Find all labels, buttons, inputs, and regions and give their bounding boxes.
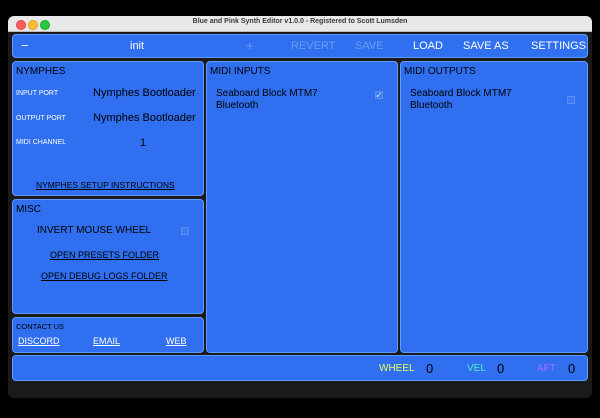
- settings-button[interactable]: SETTINGS: [531, 40, 586, 52]
- midi-output-device-checkbox[interactable]: [567, 96, 575, 104]
- app-window: Blue and Pink Synth Editor v1.0.0 - Regi…: [8, 16, 592, 398]
- status-bar: WHEEL 0 VEL 0 AFT 0: [12, 355, 588, 381]
- misc-header: MISC: [16, 204, 41, 215]
- midi-inputs-panel: MIDI INPUTS Seaboard Block MTM7 Bluetoot…: [206, 61, 398, 353]
- email-link[interactable]: EMAIL: [93, 336, 120, 346]
- title-bar: Blue and Pink Synth Editor v1.0.0 - Regi…: [8, 16, 592, 32]
- open-debug-logs-folder-button[interactable]: OPEN DEBUG LOGS FOLDER: [41, 271, 168, 281]
- midi-output-device-name: Seaboard Block MTM7: [410, 88, 512, 99]
- midi-input-device[interactable]: Seaboard Block MTM7 Bluetooth: [216, 88, 318, 112]
- wheel-value: 0: [426, 361, 434, 376]
- input-port-label: INPUT PORT: [16, 90, 59, 97]
- midi-input-device-name: Seaboard Block MTM7: [216, 88, 318, 99]
- aftertouch-label: AFT: [537, 363, 556, 374]
- nymphes-header: NYMPHES: [16, 66, 66, 77]
- invert-mouse-wheel-label: INVERT MOUSE WHEEL: [37, 225, 152, 236]
- midi-output-device-type: Bluetooth: [410, 100, 453, 111]
- input-port-select[interactable]: Nymphes Bootloader: [93, 87, 196, 99]
- nymphes-panel: NYMPHES INPUT PORT Nymphes Bootloader OU…: [12, 61, 204, 196]
- velocity-label: VEL: [467, 363, 486, 374]
- output-port-label: OUTPUT PORT: [16, 115, 66, 122]
- load-button[interactable]: LOAD: [413, 40, 443, 52]
- midi-output-device[interactable]: Seaboard Block MTM7 Bluetooth: [410, 88, 512, 112]
- window-title: Blue and Pink Synth Editor v1.0.0 - Regi…: [192, 18, 408, 25]
- midi-input-device-type: Bluetooth: [216, 100, 259, 111]
- velocity-value: 0: [497, 361, 505, 376]
- save-button[interactable]: SAVE: [355, 40, 384, 52]
- midi-channel-select[interactable]: 1: [140, 137, 146, 149]
- save-as-button[interactable]: SAVE AS: [463, 40, 509, 52]
- midi-outputs-header: MIDI OUTPUTS: [404, 66, 476, 77]
- midi-outputs-panel: MIDI OUTPUTS Seaboard Block MTM7 Bluetoo…: [400, 61, 588, 353]
- checkmark-icon: ✓: [375, 90, 383, 100]
- output-port-select[interactable]: Nymphes Bootloader: [93, 112, 196, 124]
- preset-name[interactable]: init: [130, 40, 144, 52]
- open-presets-folder-button[interactable]: OPEN PRESETS FOLDER: [50, 250, 159, 260]
- misc-panel: MISC INVERT MOUSE WHEEL OPEN PRESETS FOL…: [12, 199, 204, 314]
- discord-link[interactable]: DISCORD: [18, 336, 60, 346]
- midi-channel-label: MIDI CHANNEL: [16, 139, 67, 146]
- web-link[interactable]: WEB: [166, 336, 187, 346]
- contact-header: CONTACT US: [16, 322, 65, 331]
- wheel-label: WHEEL: [379, 363, 415, 374]
- aftertouch-value: 0: [568, 361, 576, 376]
- previous-preset-button[interactable]: −: [21, 38, 29, 53]
- contact-panel: CONTACT US DISCORD EMAIL WEB: [12, 317, 204, 353]
- next-preset-button[interactable]: +: [246, 38, 254, 53]
- midi-inputs-header: MIDI INPUTS: [210, 66, 271, 77]
- main-content: − init + REVERT SAVE LOAD SAVE AS SETTIN…: [10, 33, 590, 396]
- invert-mouse-wheel-checkbox[interactable]: [181, 227, 189, 235]
- revert-button[interactable]: REVERT: [291, 40, 335, 52]
- nymphes-setup-link[interactable]: NYMPHES SETUP INSTRUCTIONS: [36, 180, 175, 190]
- toolbar: − init + REVERT SAVE LOAD SAVE AS SETTIN…: [12, 34, 588, 58]
